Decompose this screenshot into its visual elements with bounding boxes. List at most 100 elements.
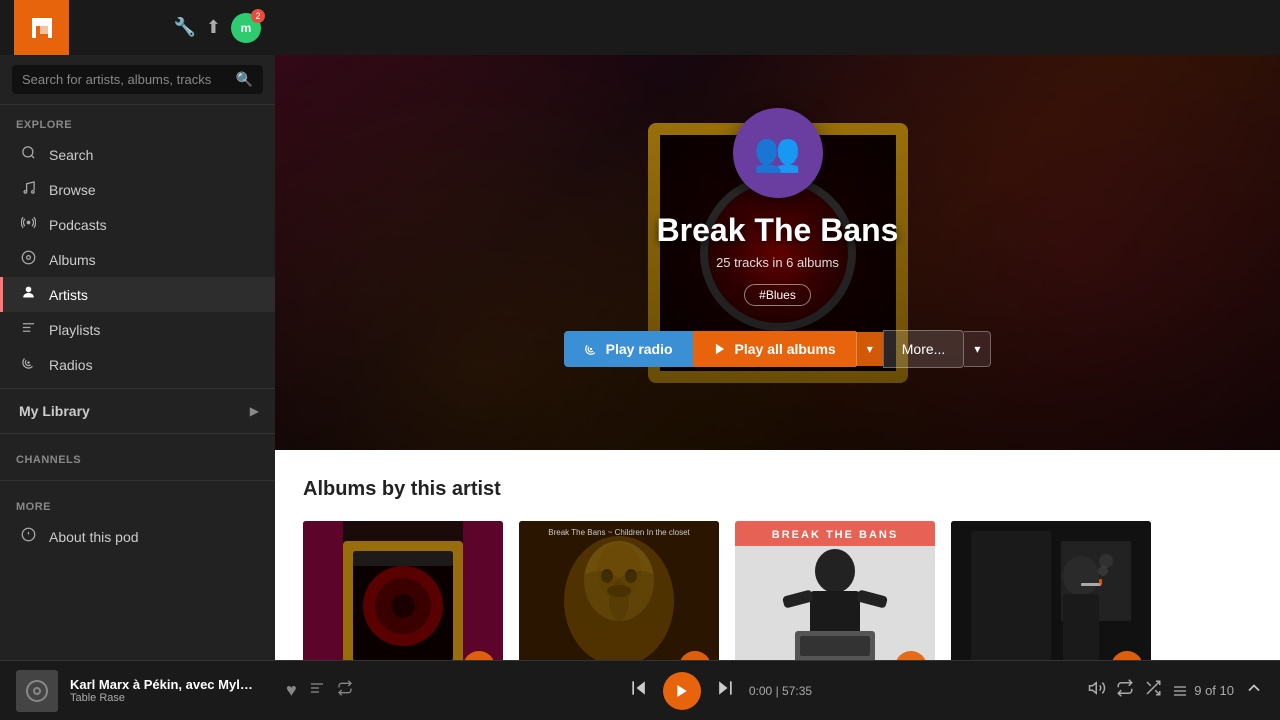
sidebar-item-about-label: About this pod [49, 529, 139, 545]
time-total: 57:35 [782, 684, 812, 698]
svg-text:BREAK THE BANS: BREAK THE BANS [772, 529, 898, 541]
album-card-1[interactable]: BREAK THE BANS ▶ [303, 521, 503, 660]
play-all-albums-button[interactable]: Play all albums [693, 331, 856, 367]
my-library-label: My Library [19, 403, 90, 419]
playbar-track-title: Karl Marx à Pékin, avec Mylène Gaulard [70, 677, 260, 692]
sidebar-item-albums-label: Albums [49, 252, 96, 268]
app-container: 🔍 Explore Search Browse Podcasts [0, 55, 1280, 660]
app-logo[interactable] [14, 0, 69, 55]
search-input[interactable] [22, 72, 228, 87]
upload-button[interactable]: ⬆ [206, 17, 221, 38]
album-thumb-3: BREAK THE BANS PROPAGANDA ▶ [735, 521, 935, 660]
playbar-album-thumb [16, 670, 58, 712]
favorite-button[interactable]: ♥ [286, 680, 297, 701]
album-thumb-2: Break The Bans ~ Children In the closet … [519, 521, 719, 660]
notification-badge: 2 [251, 9, 265, 23]
albums-section: Albums by this artist [275, 450, 1280, 660]
sidebar-item-about[interactable]: About this pod [0, 519, 275, 554]
channels-label: Channels [0, 440, 275, 474]
my-library-arrow: ▶ [250, 404, 259, 418]
artist-name: Break The Bans [657, 212, 899, 249]
app-header-main [275, 0, 1280, 55]
play-pause-button[interactable] [663, 672, 701, 710]
sidebar-item-browse[interactable]: Browse [0, 172, 275, 207]
hero-actions: Play radio Play all albums ▾ More... ▾ [564, 330, 992, 368]
explore-label: Explore [0, 105, 275, 137]
album-card-3[interactable]: BREAK THE BANS PROPAGANDA ▶ [735, 521, 935, 660]
svg-text:Break The Bans ~ Children In t: Break The Bans ~ Children In the closet [548, 528, 690, 537]
user-avatar-container[interactable]: m 2 [231, 13, 261, 43]
play-icon [713, 342, 727, 356]
sidebar-item-podcasts-label: Podcasts [49, 217, 107, 233]
queue-count: 9 of 10 [1172, 683, 1234, 699]
sidebar-divider-3 [0, 480, 275, 481]
sidebar: 🔍 Explore Search Browse Podcasts [0, 55, 275, 660]
playbar: Karl Marx à Pékin, avec Mylène Gaulard T… [0, 660, 1280, 720]
sidebar-divider-1 [0, 388, 275, 389]
play-radio-button[interactable]: Play radio [564, 331, 693, 367]
sidebar-item-artists[interactable]: Artists [0, 277, 275, 312]
logo-icon [14, 0, 69, 55]
sidebar-divider-2 [0, 433, 275, 434]
playbar-info: Karl Marx à Pékin, avec Mylène Gaulard T… [70, 677, 270, 704]
volume-button[interactable] [1088, 679, 1106, 702]
sidebar-item-search[interactable]: Search [0, 137, 275, 172]
play-all-dropdown-button[interactable]: ▾ [856, 332, 883, 366]
artist-meta: 25 tracks in 6 albums [716, 255, 839, 270]
more-dropdown-button[interactable]: ▾ [964, 331, 991, 367]
radios-icon [19, 355, 37, 374]
radio-icon [584, 342, 598, 356]
sidebar-header: 🔧 ⬆ m 2 [0, 0, 275, 55]
albums-section-title: Albums by this artist [303, 478, 1252, 501]
sidebar-item-podcasts[interactable]: Podcasts [0, 207, 275, 242]
sidebar-item-albums[interactable]: Albums [0, 242, 275, 277]
more-button[interactable]: More... [883, 330, 965, 368]
settings-button[interactable]: 🔧 [173, 17, 195, 38]
repost-button[interactable] [337, 680, 353, 701]
genre-tag[interactable]: #Blues [744, 284, 811, 306]
sidebar-item-browse-label: Browse [49, 182, 96, 198]
sidebar-my-library[interactable]: My Library ▶ [0, 395, 275, 427]
playlists-icon [19, 320, 37, 339]
album-card-2[interactable]: Break The Bans ~ Children In the closet … [519, 521, 719, 660]
main-content: 👥 Break The Bans 25 tracks in 6 albums #… [275, 55, 1280, 660]
queue-position: 9 of 10 [1194, 683, 1234, 698]
shuffle-button[interactable] [1144, 679, 1162, 702]
top-bar-right: 🔧 ⬆ m 2 [79, 13, 261, 43]
repeat-button[interactable] [1116, 679, 1134, 702]
sidebar-item-search-label: Search [49, 147, 93, 163]
app-header: 🔧 ⬆ m 2 [0, 0, 1280, 55]
albums-icon [19, 250, 37, 269]
search-icon[interactable]: 🔍 [236, 71, 253, 88]
search-bar: 🔍 [12, 65, 263, 94]
album-thumb-1: BREAK THE BANS ▶ [303, 521, 503, 660]
artists-icon [19, 285, 37, 304]
queue-expand-button[interactable] [1244, 678, 1264, 703]
artist-avatar: 👥 [733, 108, 823, 198]
queue-list-icon [1172, 683, 1188, 699]
playbar-right: 9 of 10 [1088, 678, 1264, 703]
queue-button[interactable] [309, 680, 325, 701]
more-label: More [0, 487, 275, 519]
hero-content: 👥 Break The Bans 25 tracks in 6 albums #… [275, 55, 1280, 450]
sidebar-search-area: 🔍 [0, 55, 275, 105]
sidebar-item-playlists-label: Playlists [49, 322, 100, 338]
time-display: 0:00 | 57:35 [749, 684, 812, 698]
album-thumb-4: Break It Now! ▶ [951, 521, 1151, 660]
sidebar-item-radios-label: Radios [49, 357, 93, 373]
artist-hero: 👥 Break The Bans 25 tracks in 6 albums #… [275, 55, 1280, 450]
albums-grid: BREAK THE BANS ▶ [303, 521, 1252, 660]
album-card-4[interactable]: Break It Now! ▶ [951, 521, 1151, 660]
sidebar-item-radios[interactable]: Radios [0, 347, 275, 382]
sidebar-item-playlists[interactable]: Playlists [0, 312, 275, 347]
podcasts-icon [19, 215, 37, 234]
time-current: 0:00 [749, 684, 772, 698]
playbar-controls: 0:00 | 57:35 [365, 672, 1077, 710]
about-icon [19, 527, 37, 546]
search-nav-icon [19, 145, 37, 164]
previous-button[interactable] [629, 678, 649, 703]
next-button[interactable] [715, 678, 735, 703]
browse-icon [19, 180, 37, 199]
playbar-artist: Table Rase [70, 692, 270, 704]
sidebar-item-artists-label: Artists [49, 287, 88, 303]
